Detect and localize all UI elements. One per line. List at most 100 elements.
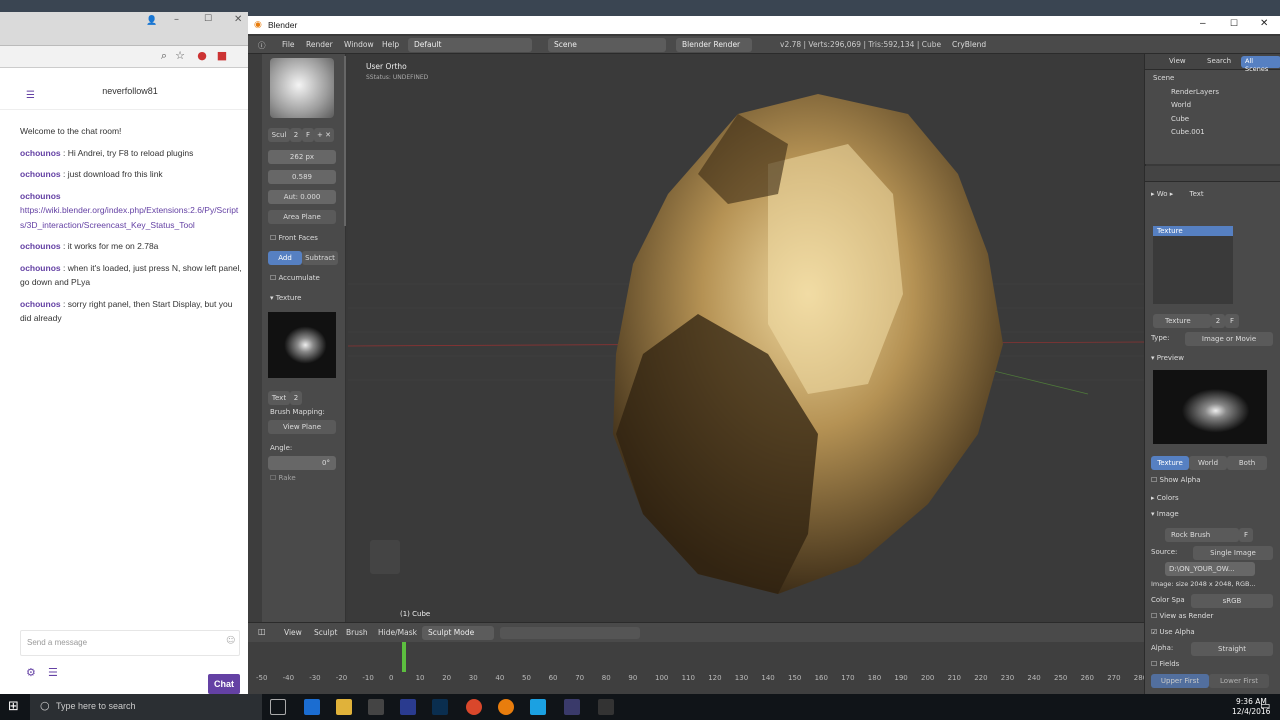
tool-shelf-scrollbar[interactable] bbox=[344, 56, 346, 226]
fields-checkbox[interactable]: ☐ Fields bbox=[1151, 660, 1179, 668]
chat-link[interactable]: https://wiki.blender.org/index.php/Exten… bbox=[20, 203, 242, 232]
file-explorer-icon[interactable] bbox=[336, 699, 352, 715]
chat-username[interactable]: ochounos bbox=[20, 263, 61, 273]
chat-send-button[interactable]: Chat bbox=[208, 674, 240, 694]
outliner-item-cube[interactable]: Cube bbox=[1153, 113, 1219, 127]
outliner-filter[interactable]: All Scenes bbox=[1241, 56, 1280, 73]
menu-view[interactable]: View bbox=[284, 628, 302, 637]
lower-first-button[interactable]: Lower First bbox=[1209, 674, 1269, 688]
chat-username[interactable]: ochounos bbox=[20, 191, 61, 201]
image-fake-user[interactable]: F bbox=[1239, 528, 1253, 542]
scene-selector[interactable]: Scene bbox=[548, 38, 666, 52]
front-faces-checkbox[interactable]: ☐ Front Faces bbox=[270, 234, 318, 242]
addon-menu[interactable]: CryBlend bbox=[952, 40, 986, 49]
chat-input[interactable]: Send a message bbox=[20, 630, 240, 656]
upper-first-button[interactable]: Upper First bbox=[1151, 674, 1209, 688]
settings-gear-icon[interactable]: ⚙ bbox=[26, 666, 36, 679]
preview-tab-both[interactable]: Both bbox=[1227, 456, 1267, 470]
add-button[interactable]: Add bbox=[268, 251, 302, 265]
use-alpha-checkbox[interactable]: ☑ Use Alpha bbox=[1151, 628, 1195, 636]
3d-viewport[interactable]: User Ortho SStatus: UNDEFINED (1) Cube bbox=[348, 54, 1144, 628]
cortana-icon[interactable]: ○ bbox=[40, 699, 50, 712]
outliner-item-cube001[interactable]: Cube.001 bbox=[1153, 126, 1219, 140]
edge-icon[interactable] bbox=[304, 699, 320, 715]
colors-panel-header[interactable]: ▸ Colors bbox=[1151, 494, 1179, 502]
autosmooth-field[interactable]: Aut: 0.000 bbox=[268, 190, 336, 204]
outliner-item-scene[interactable]: Scene bbox=[1153, 72, 1219, 86]
radius-field[interactable]: 262 px bbox=[268, 150, 336, 164]
minimize-icon[interactable]: – bbox=[174, 14, 179, 25]
chat-username[interactable]: ochounos bbox=[20, 241, 61, 251]
view-as-render-checkbox[interactable]: ☐ View as Render bbox=[1151, 612, 1213, 620]
texture-slot-active[interactable]: Texture bbox=[1153, 226, 1233, 236]
brush-texture-users[interactable]: 2 bbox=[290, 391, 302, 405]
preview-panel-header[interactable]: ▾ Preview bbox=[1151, 354, 1184, 362]
brush-name-field[interactable]: Scul bbox=[268, 128, 290, 142]
store-icon[interactable] bbox=[368, 699, 384, 715]
texture-panel-header[interactable]: ▾ Texture bbox=[270, 294, 301, 302]
brush-mapping-dropdown[interactable]: View Plane bbox=[268, 420, 336, 434]
brush-preview[interactable] bbox=[270, 58, 334, 118]
colorspace-dropdown[interactable]: sRGB bbox=[1191, 594, 1273, 608]
taskbar-search[interactable]: Type here to search bbox=[30, 694, 262, 720]
brush-texture-name[interactable]: Text bbox=[268, 391, 290, 405]
minimize-icon[interactable]: – bbox=[1200, 18, 1206, 29]
texture-fake-user[interactable]: F bbox=[1225, 314, 1239, 328]
menu-window[interactable]: Window bbox=[344, 40, 374, 49]
bookmark-star-icon[interactable]: ☆ bbox=[174, 50, 186, 62]
accumulate-checkbox[interactable]: ☐ Accumulate bbox=[270, 274, 320, 282]
zoom-icon[interactable]: ⌕ bbox=[158, 50, 170, 62]
task-view-icon[interactable] bbox=[270, 699, 286, 715]
outliner-item-renderlayers[interactable]: RenderLayers bbox=[1153, 86, 1219, 100]
emoticon-icon[interactable]: ☺ bbox=[226, 636, 235, 646]
chrome-icon[interactable] bbox=[466, 699, 482, 715]
image-panel-header[interactable]: ▾ Image bbox=[1151, 510, 1179, 518]
close-icon[interactable]: ✕ bbox=[1260, 18, 1268, 29]
extension-icon[interactable]: ● bbox=[196, 50, 208, 62]
brush-add-button[interactable]: + ✕ bbox=[314, 128, 334, 142]
visual-studio-icon[interactable] bbox=[564, 699, 580, 715]
outliner-search-menu[interactable]: Search bbox=[1207, 57, 1231, 65]
editor-type-icon[interactable]: ◫ bbox=[258, 627, 266, 636]
rake-checkbox[interactable]: ☐ Rake bbox=[270, 474, 296, 482]
menu-sculpt[interactable]: Sculpt bbox=[314, 628, 337, 637]
texture-slot-list[interactable]: Texture bbox=[1153, 226, 1233, 304]
notification-icon[interactable]: ▭ bbox=[1260, 699, 1270, 712]
shading-and-layers-buttons[interactable] bbox=[500, 627, 640, 639]
strength-field[interactable]: 0.589 bbox=[268, 170, 336, 184]
current-frame-indicator[interactable] bbox=[402, 642, 406, 672]
menu-hide-mask[interactable]: Hide/Mask bbox=[378, 628, 417, 637]
user-icon[interactable]: 👤 bbox=[146, 16, 157, 26]
render-engine-selector[interactable]: Blender Render bbox=[676, 38, 752, 52]
preview-tab-texture[interactable]: Texture bbox=[1151, 456, 1189, 470]
brush-users-count[interactable]: 2 bbox=[290, 128, 302, 142]
chat-username[interactable]: ochounos bbox=[20, 299, 61, 309]
image-filepath-field[interactable]: D:\ON_YOUR_OW... bbox=[1165, 562, 1255, 576]
texture-type-dropdown[interactable]: Image or Movie bbox=[1185, 332, 1273, 346]
image-source-dropdown[interactable]: Single Image bbox=[1193, 546, 1273, 560]
photoshop-icon[interactable] bbox=[432, 699, 448, 715]
close-icon[interactable]: ✕ bbox=[234, 14, 242, 25]
extension-2-icon[interactable]: ■ bbox=[216, 50, 228, 62]
preview-tab-world[interactable]: World bbox=[1189, 456, 1227, 470]
address-bar[interactable]: ⌕ ☆ ● ■ bbox=[0, 46, 248, 68]
image-name-field[interactable]: Rock Brush bbox=[1165, 528, 1239, 542]
angle-field[interactable]: 0° bbox=[268, 456, 336, 470]
show-alpha-checkbox[interactable]: ☐ Show Alpha bbox=[1151, 476, 1201, 484]
blender-taskbar-icon[interactable] bbox=[498, 699, 514, 715]
brush-fake-user[interactable]: F bbox=[302, 128, 314, 142]
editor-type-icon[interactable]: ⓘ bbox=[258, 40, 266, 51]
layout-selector[interactable]: Default bbox=[408, 38, 532, 52]
outliner-item-world[interactable]: World bbox=[1153, 99, 1219, 113]
chat-username[interactable]: ochounos bbox=[20, 148, 61, 158]
app-icon[interactable] bbox=[530, 699, 546, 715]
timeline[interactable]: -50 -40 -30 -20 -10 0 10 20 30 40 50 60 70 80 90 100 110… bbox=[248, 642, 1147, 694]
viewer-list-icon[interactable]: ☰ bbox=[48, 666, 58, 679]
menu-brush[interactable]: Brush bbox=[346, 628, 368, 637]
texture-users-count[interactable]: 2 bbox=[1211, 314, 1225, 328]
outliner-view-menu[interactable]: View bbox=[1169, 57, 1186, 65]
brush-texture-preview[interactable] bbox=[268, 312, 336, 378]
mode-selector[interactable]: Sculpt Mode bbox=[422, 626, 494, 640]
menu-help[interactable]: Help bbox=[382, 40, 399, 49]
subtract-button[interactable]: Subtract bbox=[302, 251, 338, 265]
